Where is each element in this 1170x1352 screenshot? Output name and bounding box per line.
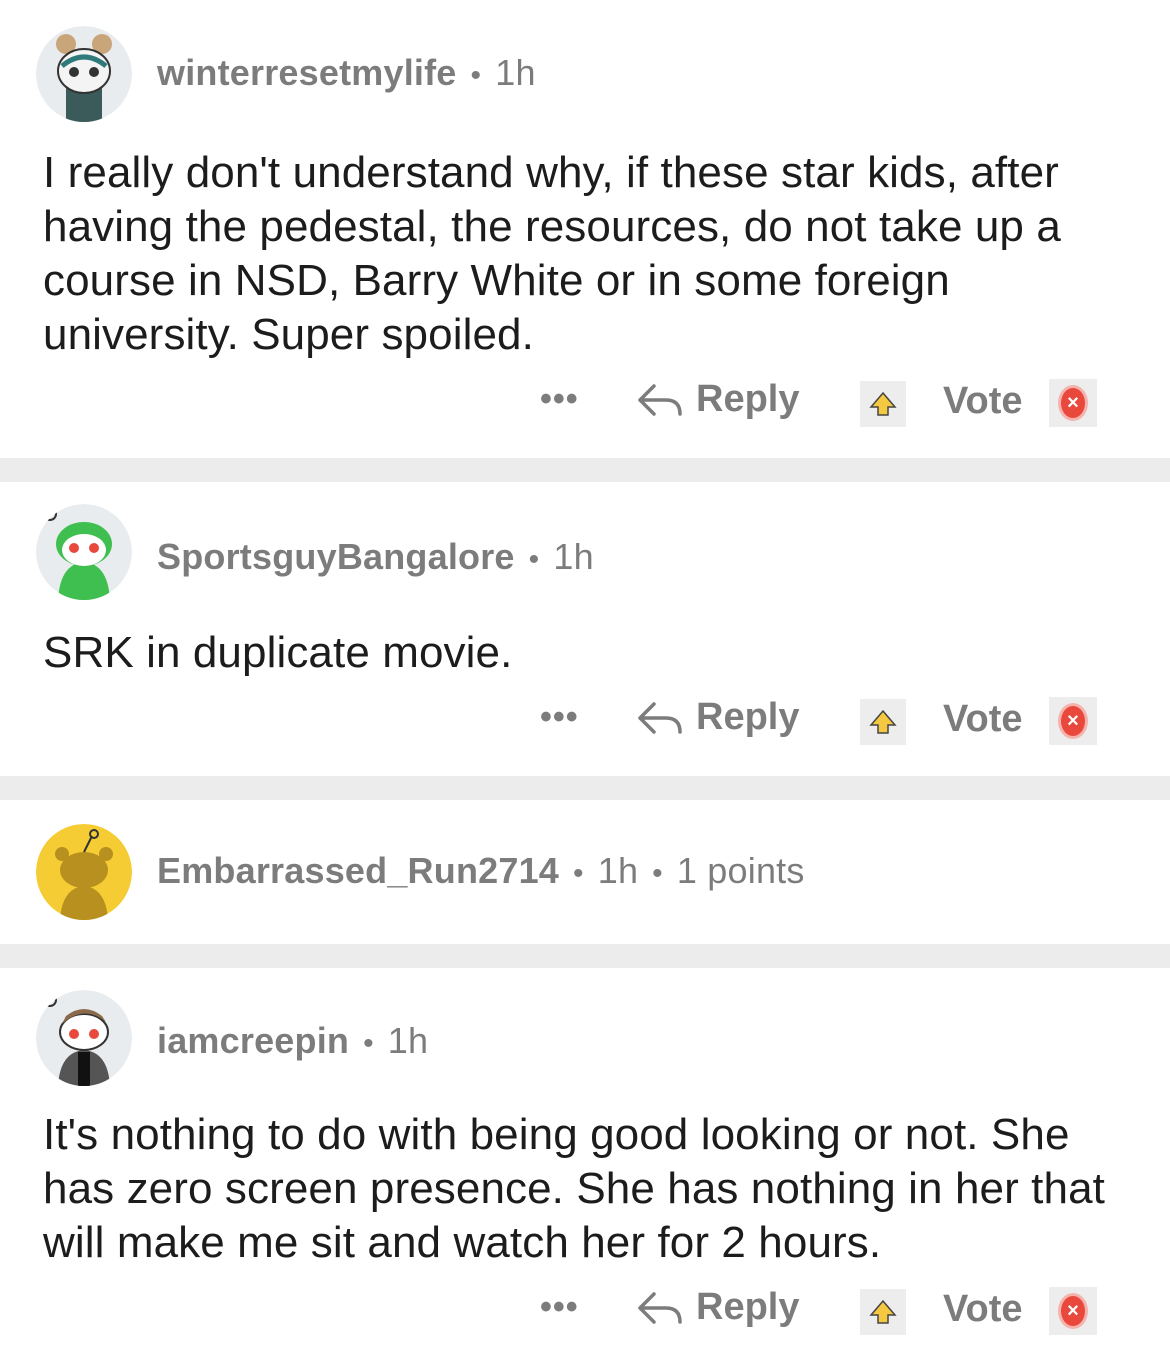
avatar-icon (36, 504, 132, 600)
downvote-button[interactable]: × (1049, 697, 1097, 745)
downvote-icon: × (1058, 703, 1088, 739)
comment-card: winterresetmylife • 1h I really don't unde… (0, 0, 1170, 458)
avatar-icon (36, 26, 132, 122)
more-options-button[interactable]: ••• (540, 698, 579, 737)
vote-label: Vote (943, 698, 1023, 740)
vote-label: Vote (943, 1288, 1023, 1330)
more-options-button[interactable]: ••• (540, 380, 579, 419)
upvote-icon (869, 709, 897, 734)
user-avatar[interactable] (36, 504, 132, 600)
downvote-button[interactable]: × (1049, 379, 1097, 427)
comment-meta: SportsguyBangalore • 1h (157, 536, 594, 577)
user-avatar[interactable] (36, 990, 132, 1086)
user-avatar[interactable] (36, 824, 132, 920)
downvote-button[interactable]: × (1049, 1287, 1097, 1335)
separator (0, 458, 1170, 482)
username[interactable]: winterresetmylife (157, 52, 457, 93)
separator (0, 776, 1170, 800)
user-avatar[interactable] (36, 26, 132, 122)
avatar-icon (36, 990, 132, 1086)
comment-card: iamcreepin • 1h It's nothing to do with be… (0, 968, 1170, 1352)
reply-arrow-icon (638, 701, 682, 734)
comment-meta: winterresetmylife • 1h (157, 52, 536, 93)
downvote-icon: × (1058, 1293, 1088, 1329)
comment-actions: ••• Reply Vote × (0, 374, 1170, 434)
separator (0, 944, 1170, 968)
reply-label: Reply (696, 378, 800, 420)
more-options-button[interactable]: ••• (540, 1288, 579, 1327)
upvote-button[interactable] (860, 1289, 906, 1335)
reply-label: Reply (696, 1286, 800, 1328)
upvote-button[interactable] (860, 699, 906, 745)
reply-arrow-icon (638, 383, 682, 416)
downvote-icon: × (1058, 385, 1088, 421)
timestamp: 1h (597, 850, 639, 891)
comment-meta: Embarrassed_Run2714 • 1h • 1 points (157, 850, 805, 891)
timestamp: 1h (387, 1020, 429, 1061)
comment-body: I really don't understand why, if these … (43, 148, 1061, 359)
reply-button[interactable]: Reply (636, 1286, 799, 1329)
avatar-icon (36, 824, 132, 920)
username[interactable]: iamcreepin (157, 1020, 349, 1061)
comment-actions: ••• Reply Vote × (0, 692, 1170, 752)
upvote-icon (869, 391, 897, 416)
reply-button[interactable]: Reply (636, 378, 799, 421)
reply-arrow-icon (638, 1291, 682, 1324)
reply-button[interactable]: Reply (636, 696, 799, 739)
vote-label: Vote (943, 380, 1023, 422)
upvote-icon (869, 1299, 897, 1324)
comment-body: SRK in duplicate movie. (43, 628, 513, 677)
username[interactable]: SportsguyBangalore (157, 536, 515, 577)
username[interactable]: Embarrassed_Run2714 (157, 850, 559, 891)
comment-card-collapsed[interactable]: Embarrassed_Run2714 • 1h • 1 points (0, 800, 1170, 944)
comment-actions: ••• Reply Vote × (0, 1282, 1170, 1342)
upvote-button[interactable] (860, 381, 906, 427)
timestamp: 1h (495, 52, 536, 93)
comment-meta: iamcreepin • 1h (157, 1020, 429, 1061)
reply-label: Reply (696, 696, 800, 738)
timestamp: 1h (553, 536, 594, 577)
comment-body: It's nothing to do with being good looki… (43, 1110, 1105, 1267)
points: 1 points (676, 850, 805, 891)
comment-card: SportsguyBangalore • 1h SRK in duplicate m… (0, 482, 1170, 776)
